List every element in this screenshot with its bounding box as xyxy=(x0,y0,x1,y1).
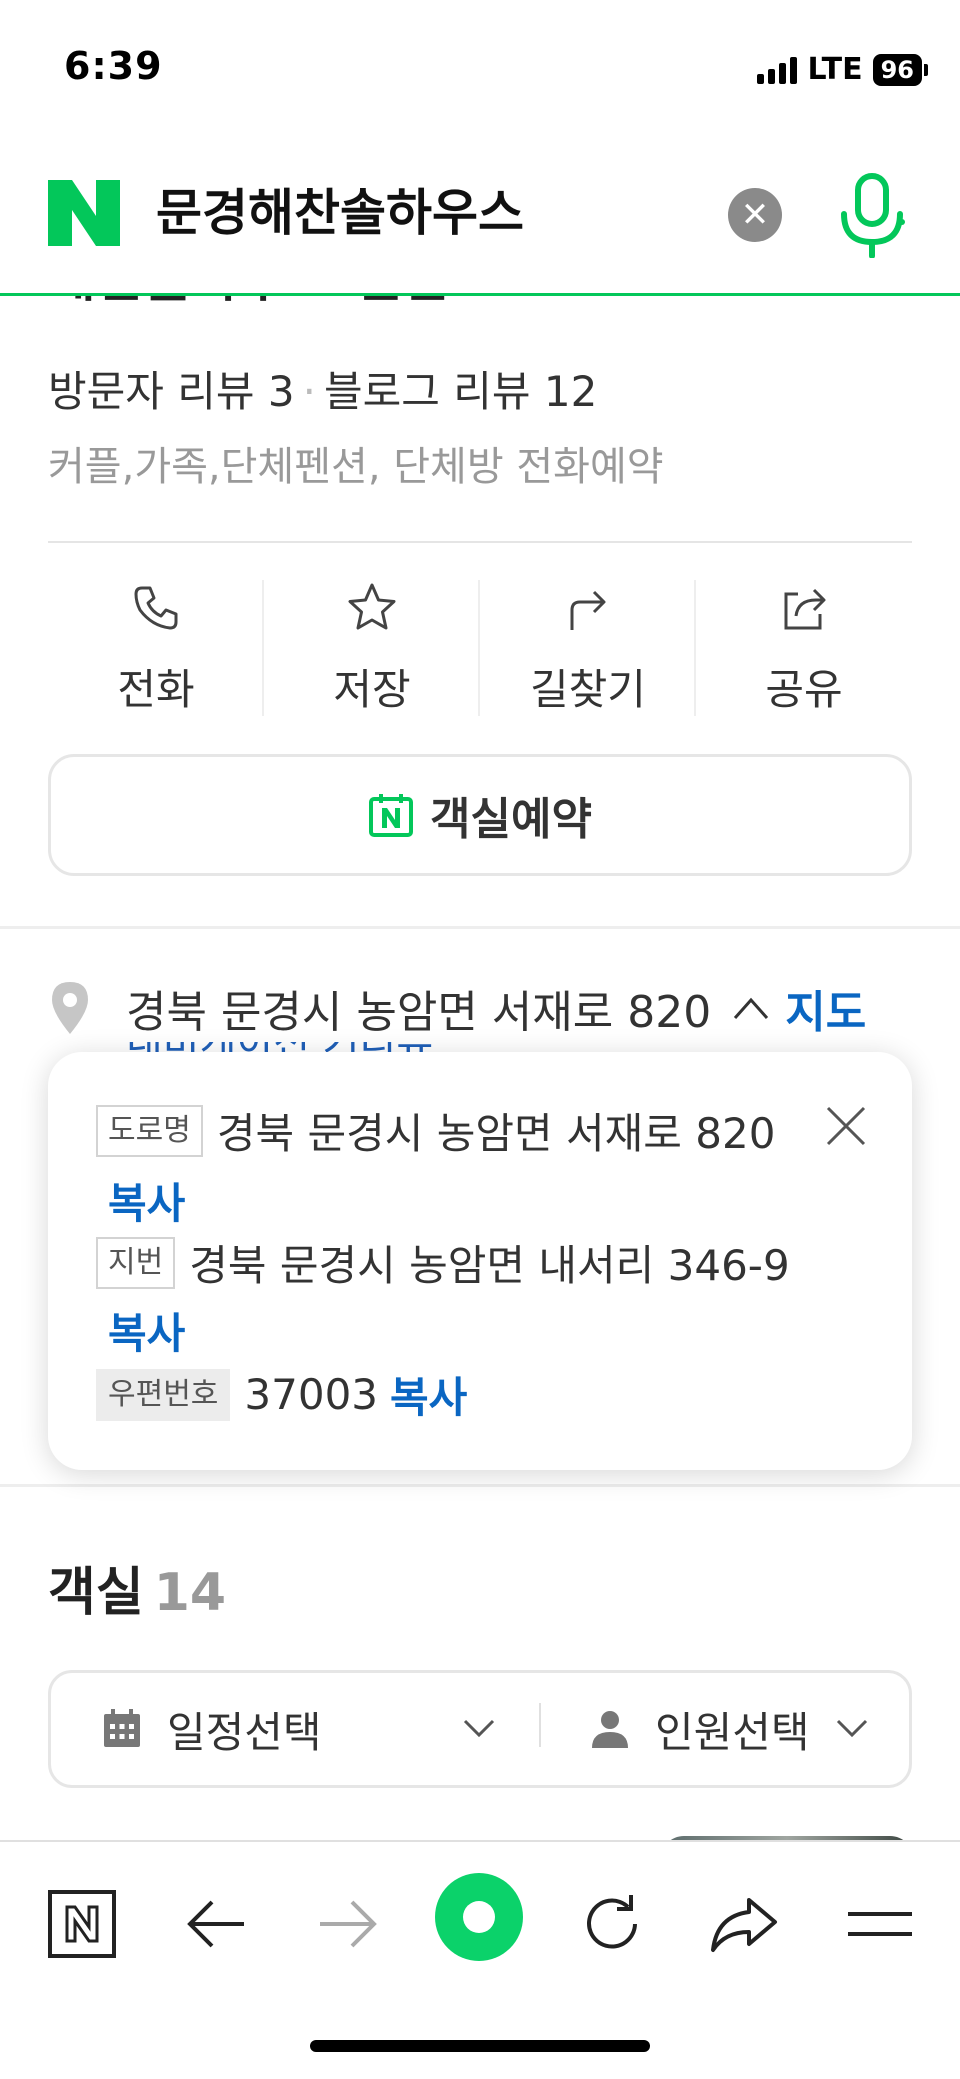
copy-road-address-button[interactable]: 복사 xyxy=(108,1179,185,1228)
search-header: 문경해찬솔하우스 ✕ xyxy=(0,140,960,296)
refresh-icon xyxy=(587,1895,637,1949)
person-icon xyxy=(592,1711,628,1748)
status-time: 6:39 xyxy=(64,44,163,88)
menu-icon xyxy=(848,1912,912,1936)
status-indicators: LTE 96 xyxy=(757,52,928,87)
address-text: 경북 문경시 농암면 서재로 820 xyxy=(126,987,712,1038)
close-icon[interactable] xyxy=(824,1104,868,1148)
battery-level: 96 xyxy=(872,53,922,86)
section-divider xyxy=(0,926,960,929)
room-booking-button[interactable]: 객실예약 xyxy=(48,754,912,876)
road-address-line: 도로명 경북 문경시 농암면 서재로 820 xyxy=(96,1100,775,1161)
directions-icon xyxy=(570,590,606,630)
room-filter-bar: 일정선택 인원선택 xyxy=(48,1670,912,1788)
naver-logo-icon[interactable] xyxy=(48,180,120,246)
postal-code-tag: 우편번호 xyxy=(96,1368,231,1421)
map-link[interactable]: 지도 xyxy=(785,976,866,1040)
star-icon xyxy=(348,583,396,630)
visitor-reviews-link[interactable]: 방문자 리뷰 3 xyxy=(48,367,295,416)
back-button[interactable] xyxy=(176,1884,256,1964)
naver-home-button[interactable] xyxy=(42,1884,122,1964)
lot-address-text: 경북 문경시 농암면 내서리 346-9 xyxy=(189,1241,790,1290)
divider xyxy=(48,541,912,543)
location-pin-icon xyxy=(52,982,88,1034)
arrow-right-icon xyxy=(320,1900,377,1948)
arrow-left-icon xyxy=(187,1900,244,1948)
green-dot-button[interactable] xyxy=(434,1872,524,1962)
clear-search-button[interactable]: ✕ xyxy=(728,188,782,242)
call-button[interactable]: 전화 xyxy=(48,576,264,718)
people-select-button[interactable]: 인원선택 xyxy=(541,1699,909,1760)
booking-label: 객실예약 xyxy=(430,794,592,845)
signal-icon xyxy=(757,56,798,84)
section-divider xyxy=(0,1484,960,1487)
people-select-label: 인원선택 xyxy=(655,1707,810,1757)
share-page-button[interactable] xyxy=(704,1884,784,1964)
microphone-icon[interactable] xyxy=(836,172,908,258)
address-row: 경북 문경시 농암면 서재로 820 지도 xyxy=(48,978,866,1038)
rooms-heading: 객실 14 xyxy=(48,1563,227,1623)
action-label: 저장 xyxy=(333,665,411,714)
directions-button[interactable]: 길찾기 xyxy=(480,576,696,718)
green-dot-icon xyxy=(435,1873,523,1961)
forward-button[interactable] xyxy=(308,1884,388,1964)
action-label: 길찾기 xyxy=(530,665,646,714)
share-arrow-icon xyxy=(711,1898,777,1952)
action-label: 공유 xyxy=(765,665,843,714)
chevron-down-icon xyxy=(836,1719,867,1738)
menu-button[interactable] xyxy=(840,1884,920,1964)
chevron-up-icon[interactable] xyxy=(731,994,771,1022)
chevron-down-icon xyxy=(463,1719,495,1737)
postal-code-text: 37003 xyxy=(244,1370,379,1419)
share-button[interactable]: 공유 xyxy=(696,576,912,718)
blog-reviews-link[interactable]: 블로그 리뷰 12 xyxy=(324,367,597,416)
copy-lot-address-button[interactable]: 복사 xyxy=(108,1309,185,1358)
status-bar: 6:39 LTE 96 xyxy=(0,0,960,140)
rooms-count: 14 xyxy=(153,1563,227,1623)
naver-booking-icon xyxy=(369,794,414,837)
lot-address-line: 지번 경북 문경시 농암면 내서리 346-9 xyxy=(96,1232,790,1293)
network-label: LTE xyxy=(807,52,863,87)
phone-icon xyxy=(134,586,178,630)
date-select-label: 일정선택 xyxy=(167,1707,322,1757)
save-button[interactable]: 저장 xyxy=(264,576,480,718)
naver-home-icon xyxy=(48,1890,116,1958)
home-indicator[interactable] xyxy=(310,2040,650,2052)
refresh-button[interactable] xyxy=(572,1884,652,1964)
road-address-text: 경북 문경시 농암면 서재로 820 xyxy=(216,1109,776,1158)
address-detail-popup: 도로명 경북 문경시 농암면 서재로 820 복사 지번 경북 문경시 농암면 … xyxy=(48,1052,912,1470)
date-select-button[interactable]: 일정선택 xyxy=(51,1699,541,1760)
postal-code-line: 우편번호 37003 복사 xyxy=(96,1364,467,1425)
browser-toolbar xyxy=(0,1840,960,2079)
battery-icon: 96 xyxy=(872,53,928,86)
lot-address-tag: 지번 xyxy=(96,1236,176,1289)
calendar-icon xyxy=(104,1709,140,1747)
action-row: 전화 저장 길찾기 공유 xyxy=(48,576,912,718)
road-address-tag: 도로명 xyxy=(96,1104,203,1157)
copy-postal-code-button[interactable]: 복사 xyxy=(390,1364,467,1425)
review-summary: 방문자 리뷰 3 · 블로그 리뷰 12 xyxy=(48,367,598,416)
search-input[interactable]: 문경해찬솔하우스 xyxy=(156,180,524,246)
place-description: 커플,가족,단체펜션, 단체방 전화예약 xyxy=(48,444,664,490)
share-icon xyxy=(784,588,826,630)
action-label: 전화 xyxy=(117,665,195,714)
